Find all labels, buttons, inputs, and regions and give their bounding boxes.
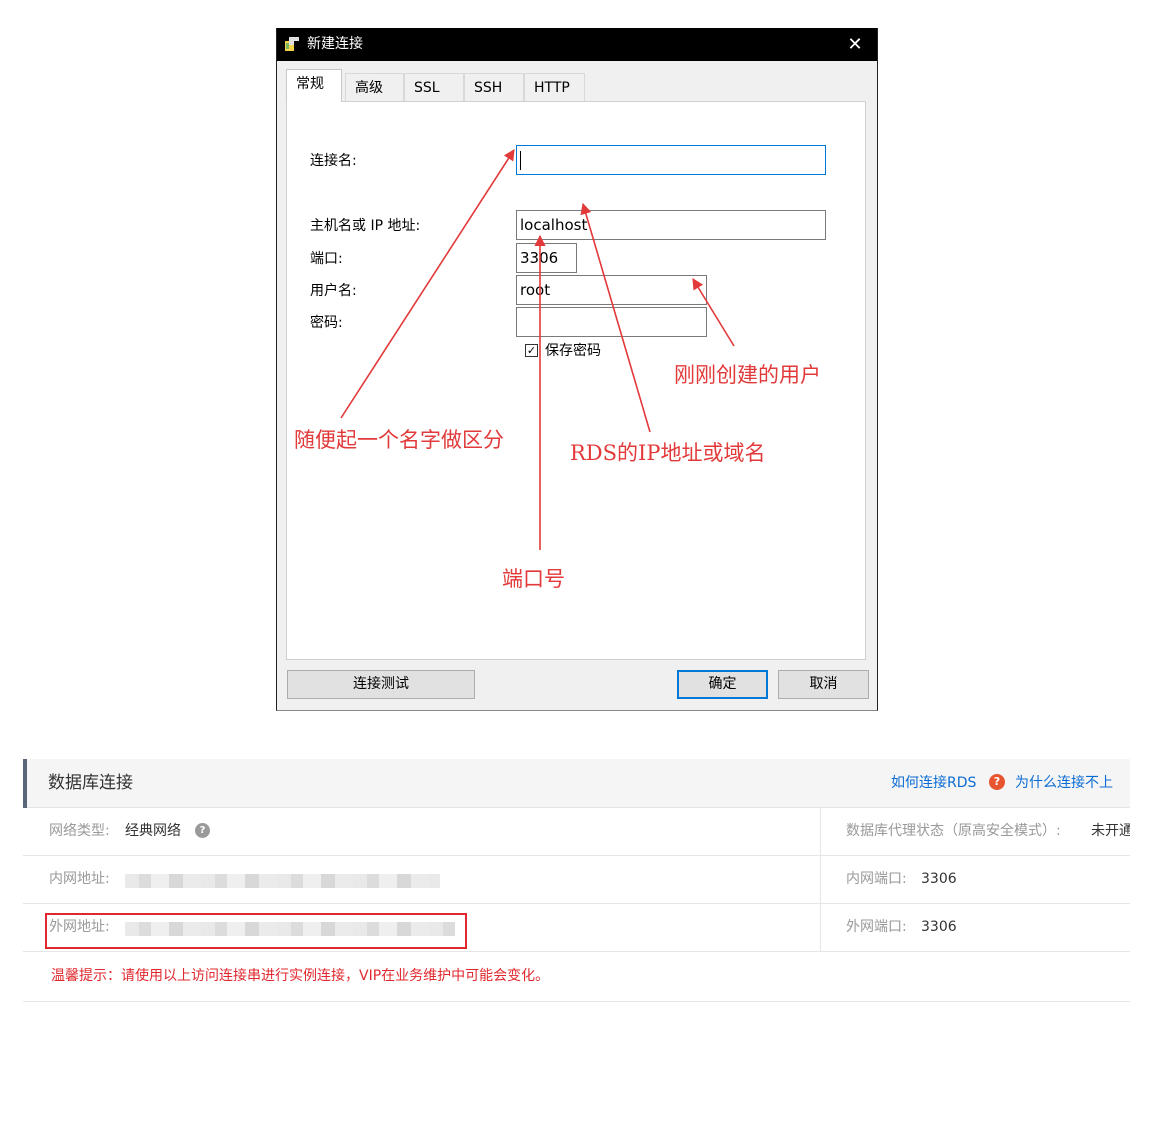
row-divider: [820, 904, 821, 951]
network-type-row: 网络类型: 经典网络 ? 数据库代理状态（原高安全模式）: 未开通: [23, 808, 1130, 856]
port-input[interactable]: 3306: [516, 243, 577, 273]
internet-port-label: 外网端口:: [846, 919, 907, 935]
save-password-checkbox[interactable]: ✓: [525, 344, 538, 357]
connection-name-input[interactable]: [516, 145, 826, 175]
tab-ssh[interactable]: SSH: [464, 73, 524, 101]
help-icon[interactable]: ?: [989, 774, 1005, 790]
row-divider: [820, 808, 821, 855]
network-type-value: 经典网络: [125, 823, 181, 839]
dialog-title: 新建连接: [307, 36, 363, 52]
close-icon[interactable]: ✕: [833, 28, 877, 61]
annotation-name-hint: 随便起一个名字做区分: [294, 428, 504, 452]
tab-general[interactable]: 常规: [286, 69, 342, 102]
intranet-address-row: 内网地址: 内网端口: 3306: [23, 856, 1130, 904]
dialog-titlebar: 新建连接 ✕: [277, 28, 877, 61]
app-icon: [285, 37, 299, 51]
db-panel-header: 数据库连接 如何连接RDS ? 为什么连接不上: [23, 759, 1130, 808]
internet-port-value: 3306: [921, 919, 957, 935]
proxy-status-value: 未开通: [1091, 823, 1130, 839]
row-divider: [820, 856, 821, 903]
intranet-address-redacted: [125, 874, 440, 888]
annotation-user-hint: 刚刚创建的用户: [674, 363, 821, 387]
ok-button[interactable]: 确定: [677, 670, 768, 699]
intranet-address-label: 内网地址:: [49, 871, 110, 887]
question-icon[interactable]: ?: [195, 823, 210, 838]
header-accent-bar: [23, 759, 27, 808]
internet-address-highlight: [45, 913, 467, 949]
port-label: 端口:: [310, 251, 343, 267]
username-label: 用户名:: [310, 283, 357, 299]
cancel-button[interactable]: 取消: [778, 670, 869, 699]
annotation-port-hint: 端口号: [502, 567, 565, 591]
intranet-port-value: 3306: [921, 871, 957, 887]
host-label: 主机名或 IP 地址:: [310, 218, 421, 234]
host-input[interactable]: localhost: [516, 210, 826, 240]
annotation-host-hint: RDS的IP地址或域名: [570, 441, 766, 465]
save-password-label[interactable]: 保存密码: [545, 342, 601, 360]
db-connection-panel: 数据库连接 如何连接RDS ? 为什么连接不上 网络类型: 经典网络 ? 数据库…: [23, 759, 1130, 1002]
text-caret: [520, 151, 521, 170]
how-to-connect-link[interactable]: 如何连接RDS: [891, 775, 976, 792]
test-connection-button[interactable]: 连接测试: [287, 670, 475, 699]
tab-http[interactable]: HTTP: [524, 73, 585, 101]
intranet-port-label: 内网端口:: [846, 871, 907, 887]
tab-ssl[interactable]: SSL: [404, 73, 464, 101]
db-panel-title: 数据库连接: [48, 773, 133, 793]
network-type-label: 网络类型:: [49, 823, 110, 839]
connection-name-label: 连接名:: [310, 153, 357, 169]
proxy-status-label: 数据库代理状态（原高安全模式）:: [846, 823, 1061, 839]
why-cannot-connect-link[interactable]: 为什么连接不上: [1015, 775, 1113, 792]
username-input[interactable]: root: [516, 275, 707, 305]
tip-row: 温馨提示：请使用以上访问连接串进行实例连接，VIP在业务维护中可能会变化。: [23, 952, 1130, 1002]
warm-tip: 温馨提示：请使用以上访问连接串进行实例连接，VIP在业务维护中可能会变化。: [51, 968, 550, 984]
tab-advanced[interactable]: 高级: [345, 73, 404, 101]
password-label: 密码:: [310, 315, 343, 331]
password-input[interactable]: [516, 307, 707, 337]
